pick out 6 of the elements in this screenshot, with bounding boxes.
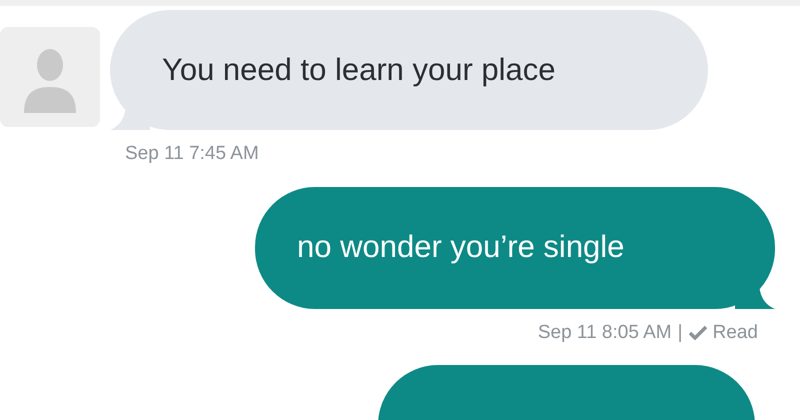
separator: | [678,320,683,344]
read-status: Read [712,320,758,344]
message-text: no wonder you’re single [297,228,624,266]
message-text: You need to learn your place [162,50,556,89]
timestamp: Sep 11 8:05 AM [538,320,672,344]
timestamp: Sep 11 7:45 AM [125,143,259,164]
